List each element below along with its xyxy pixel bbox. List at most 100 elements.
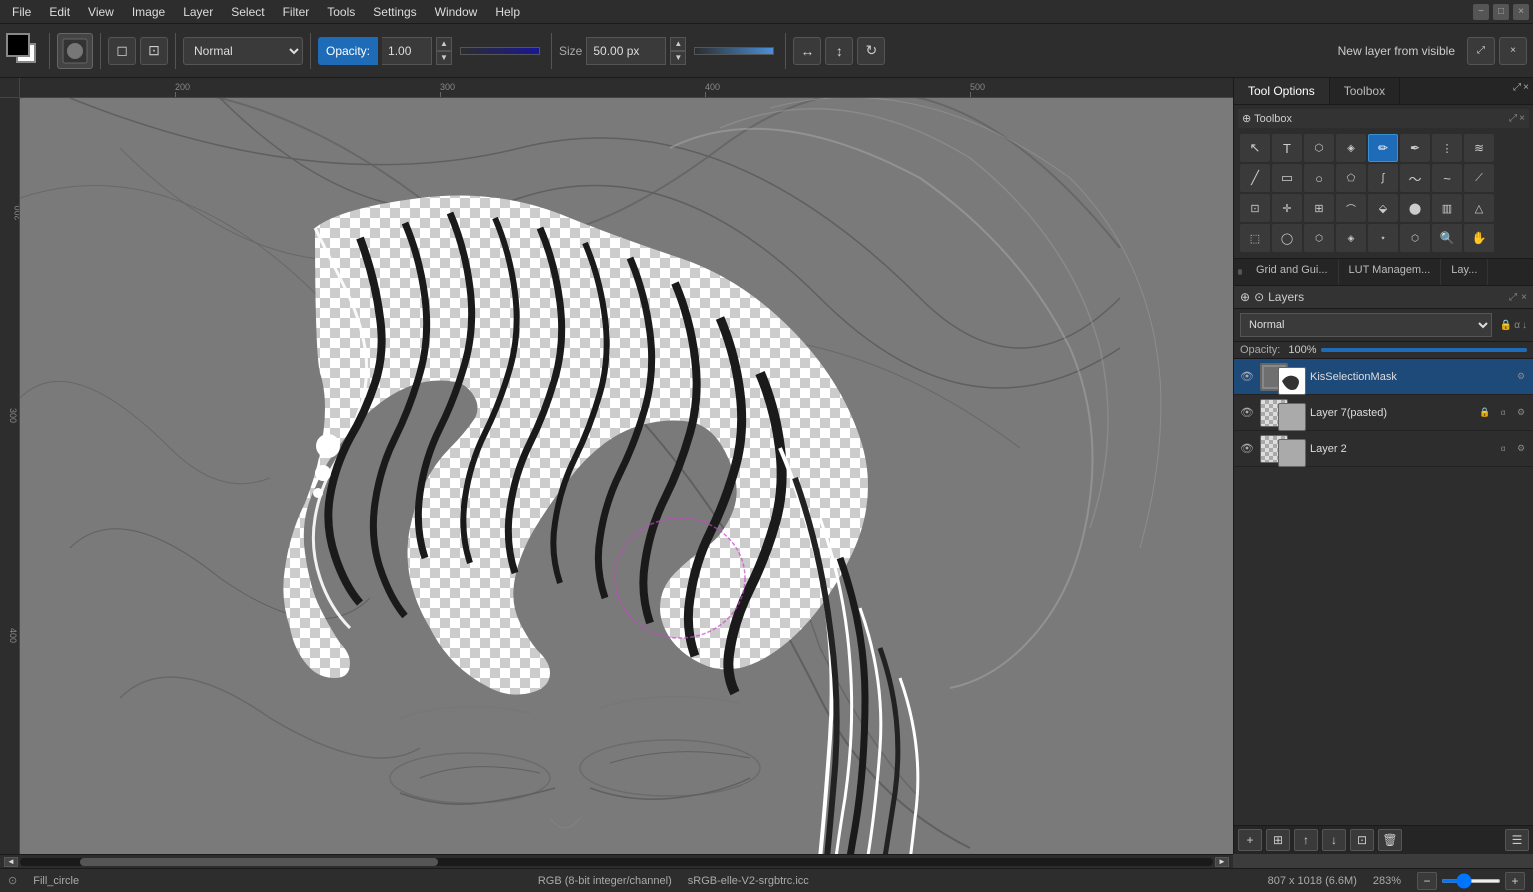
- multibrush-btn[interactable]: ⋮: [1432, 134, 1462, 162]
- dynamic-brush-btn[interactable]: ~: [1432, 164, 1462, 192]
- tab-toolbox[interactable]: Toolbox: [1330, 78, 1400, 104]
- sub-tab-grid[interactable]: Grid and Gui...: [1246, 259, 1339, 285]
- menu-item-file[interactable]: File: [4, 3, 39, 21]
- group-layer-btn[interactable]: ⊞: [1266, 829, 1290, 851]
- move-layer-up-btn[interactable]: ↑: [1294, 829, 1318, 851]
- layer-settings-btn-1[interactable]: ⚙: [1513, 405, 1529, 421]
- layer-alpha-btn-1[interactable]: α: [1495, 405, 1511, 421]
- layer-row-7pasted[interactable]: 👁 Layer 7(pasted) 🔒 α ⚙: [1234, 395, 1533, 431]
- duplicate-layer-btn[interactable]: ⊡: [1350, 829, 1374, 851]
- menu-item-help[interactable]: Help: [487, 3, 528, 21]
- layer-lock-btn-1[interactable]: 🔒: [1477, 405, 1493, 421]
- size-up-btn[interactable]: ▲: [670, 37, 686, 51]
- toolbox-close-btn[interactable]: ×: [1519, 113, 1525, 124]
- zoom-tool-btn[interactable]: 🔍: [1432, 224, 1462, 252]
- scroll-right-btn[interactable]: ►: [1215, 857, 1229, 867]
- toolbox-float-btn[interactable]: ⤢: [1509, 113, 1517, 124]
- rotate-btn[interactable]: ↻: [857, 37, 885, 65]
- opacity-down-btn[interactable]: ▼: [436, 51, 452, 65]
- layers-expand-icon[interactable]: ⊕: [1240, 290, 1250, 304]
- polygon-btn[interactable]: ⬠: [1336, 164, 1366, 192]
- smart-patch-btn[interactable]: △: [1464, 194, 1494, 222]
- toolbar-float-btn[interactable]: ⤢: [1467, 37, 1495, 65]
- layer-row-kisselectionmask[interactable]: 👁 KisSelectionMask: [1234, 359, 1533, 395]
- line-tool-btn[interactable]: ╱: [1240, 164, 1270, 192]
- window-close-btn[interactable]: ×: [1513, 4, 1529, 20]
- layer-row-2[interactable]: 👁 Layer 2 α ⚙: [1234, 431, 1533, 467]
- window-maximize-btn[interactable]: □: [1493, 4, 1509, 20]
- h-scrollbar[interactable]: ◄ ►: [0, 854, 1233, 868]
- layer-vis-btn-0[interactable]: 👁: [1238, 368, 1256, 386]
- select-tool-btn[interactable]: ↖: [1240, 134, 1270, 162]
- contiguous-region-btn[interactable]: ⌒: [1336, 194, 1366, 222]
- brush-preset-btn[interactable]: [57, 33, 93, 69]
- resize-handle[interactable]: [1238, 269, 1242, 275]
- scroll-left-btn[interactable]: ◄: [4, 857, 18, 867]
- ellipse-tool-btn[interactable]: ○: [1304, 164, 1334, 192]
- panel-float-btn[interactable]: ⤢: [1513, 82, 1521, 100]
- add-layer-btn[interactable]: +: [1238, 829, 1262, 851]
- ellipse-select-btn[interactable]: ◯: [1272, 224, 1302, 252]
- color-swatches[interactable]: [6, 33, 42, 69]
- layers-float-btn[interactable]: ⤢: [1509, 292, 1517, 303]
- drawing-canvas[interactable]: [20, 98, 1233, 854]
- mirror-v-btn[interactable]: ↕: [825, 37, 853, 65]
- preserve-alpha-btn[interactable]: ⊡: [140, 37, 168, 65]
- size-input[interactable]: [586, 37, 666, 65]
- gradient-btn[interactable]: ▥: [1432, 194, 1462, 222]
- menu-item-layer[interactable]: Layer: [175, 3, 221, 21]
- warp-btn[interactable]: ⊞: [1304, 194, 1334, 222]
- layer-settings-btn-0[interactable]: ⚙: [1513, 369, 1529, 385]
- freehand-brush-btn[interactable]: ✏: [1368, 134, 1398, 162]
- menu-item-settings[interactable]: Settings: [365, 3, 424, 21]
- freehand-path-btn[interactable]: 〜: [1400, 164, 1430, 192]
- sub-tab-lut[interactable]: LUT Managem...: [1339, 259, 1442, 285]
- opacity-up-btn[interactable]: ▲: [436, 37, 452, 51]
- layer-vis-btn-1[interactable]: 👁: [1238, 404, 1256, 422]
- h-scroll-track[interactable]: [20, 858, 1213, 866]
- zoom-in-btn[interactable]: +: [1505, 872, 1525, 890]
- pan-tool-btn[interactable]: ✋: [1464, 224, 1494, 252]
- mirror-h-btn[interactable]: ↔: [793, 37, 821, 65]
- zoom-slider[interactable]: [1441, 879, 1501, 883]
- contiguous-sel-btn[interactable]: ⬡: [1304, 224, 1334, 252]
- layer-vis-btn-2[interactable]: 👁: [1238, 440, 1256, 458]
- menu-item-edit[interactable]: Edit: [41, 3, 78, 21]
- delete-layer-btn[interactable]: 🗑: [1378, 829, 1402, 851]
- fg-color-swatch[interactable]: [6, 33, 30, 57]
- layers-opacity-slider[interactable]: [1321, 348, 1528, 352]
- layers-mode-select[interactable]: Normal Multiply Screen: [1240, 313, 1492, 337]
- similar-select-btn[interactable]: ◈: [1336, 134, 1366, 162]
- window-minimize-btn[interactable]: −: [1473, 4, 1489, 20]
- menu-item-select[interactable]: Select: [223, 3, 272, 21]
- zoom-out-btn[interactable]: −: [1417, 872, 1437, 890]
- menu-item-view[interactable]: View: [80, 3, 122, 21]
- eyedropper-btn[interactable]: ⬙: [1368, 194, 1398, 222]
- contiguous-select-btn[interactable]: ⬡: [1304, 134, 1334, 162]
- text-tool-btn[interactable]: T: [1272, 134, 1302, 162]
- toolbar-close-btn[interactable]: ×: [1499, 37, 1527, 65]
- size-down-btn[interactable]: ▼: [670, 51, 686, 65]
- menu-item-image[interactable]: Image: [124, 3, 173, 21]
- magnetic-sel-btn[interactable]: ⬡: [1400, 224, 1430, 252]
- menu-item-window[interactable]: Window: [427, 3, 486, 21]
- layer-alpha-btn-2[interactable]: α: [1495, 441, 1511, 457]
- canvas-content[interactable]: [20, 98, 1233, 854]
- brush-tool-btn[interactable]: ≋: [1464, 134, 1494, 162]
- opacity-slider[interactable]: [460, 47, 540, 55]
- layers-close-btn[interactable]: ×: [1521, 292, 1527, 303]
- fill-btn[interactable]: ⬤: [1400, 194, 1430, 222]
- move-layer-down-btn[interactable]: ↓: [1322, 829, 1346, 851]
- size-slider[interactable]: [694, 47, 774, 55]
- panel-close-btn[interactable]: ×: [1523, 82, 1529, 100]
- move-btn[interactable]: ✛: [1272, 194, 1302, 222]
- paint-path-btn[interactable]: ⟋: [1464, 164, 1494, 192]
- layers-settings-btn[interactable]: ☰: [1505, 829, 1529, 851]
- similar-color-sel-btn[interactable]: ◈: [1336, 224, 1366, 252]
- bezier-btn[interactable]: ∫: [1368, 164, 1398, 192]
- h-scroll-thumb[interactable]: [80, 858, 438, 866]
- path-select-btn[interactable]: ⋆: [1368, 224, 1398, 252]
- blend-mode-select[interactable]: Normal Multiply Screen Overlay: [183, 37, 303, 65]
- rectangle-tool-btn[interactable]: ▭: [1272, 164, 1302, 192]
- transform-btn[interactable]: ⊡: [1240, 194, 1270, 222]
